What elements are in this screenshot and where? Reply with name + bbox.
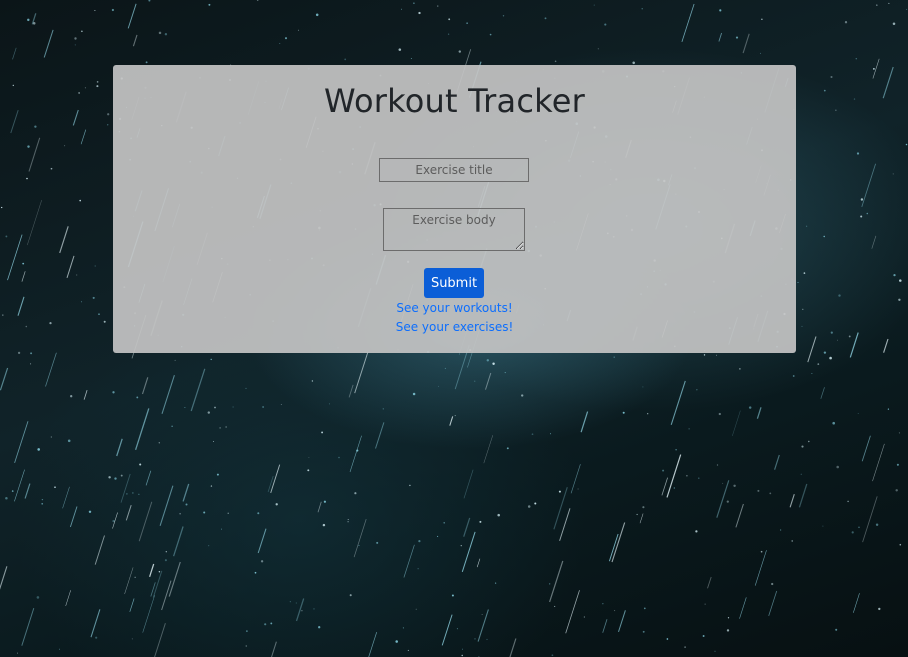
submit-button[interactable]: Submit <box>424 268 484 298</box>
see-exercises-link[interactable]: See your exercises! <box>113 320 796 334</box>
exercise-body-textarea[interactable] <box>383 208 525 251</box>
workout-card: Workout Tracker Submit See your workouts… <box>113 65 796 353</box>
page-title: Workout Tracker <box>324 82 585 120</box>
see-workouts-link[interactable]: See your workouts! <box>113 301 796 315</box>
exercise-title-input[interactable] <box>379 158 529 182</box>
